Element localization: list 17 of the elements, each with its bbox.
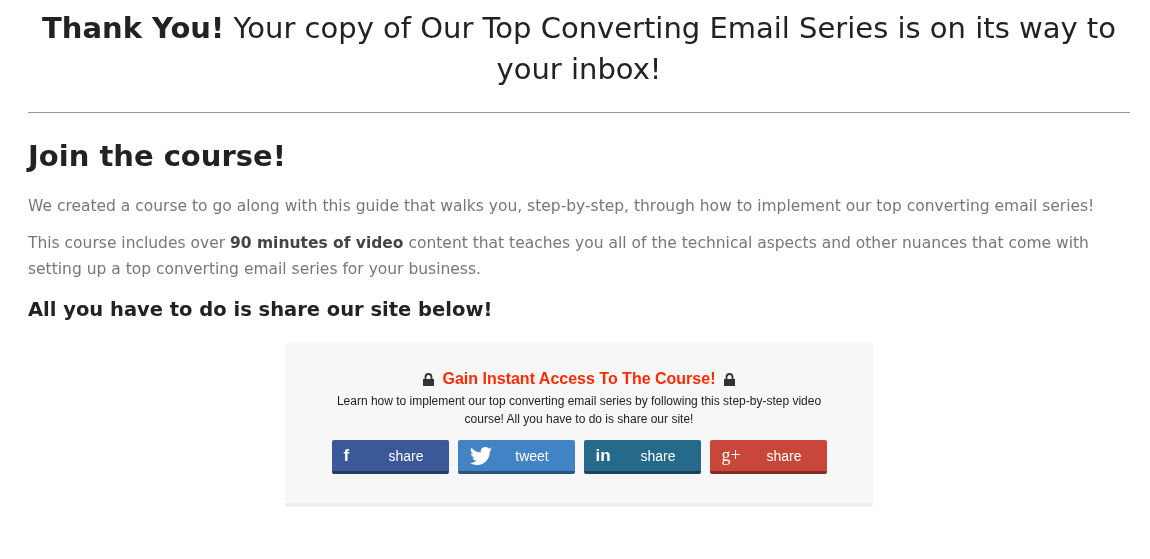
linkedin-icon: in bbox=[595, 445, 636, 466]
share-button[interactable]: in share bbox=[583, 440, 701, 474]
paragraph: This course includes over 90 minutes of video content that teaches you all of the technical aspects and other nuances that come with setting up a top converting email series for your business. bbox=[28, 233, 1090, 280]
lock-icon bbox=[422, 372, 434, 386]
share-button[interactable]: tweet bbox=[457, 440, 575, 474]
subheading: All you have to do is share our site below! bbox=[28, 298, 494, 321]
share-button[interactable]: g+ share bbox=[709, 440, 827, 474]
headline: Thank You! Your copy of Our Top Converting Email Series is on its way to your inbox! bbox=[41, 10, 1117, 88]
bird-icon bbox=[469, 446, 492, 465]
share-button[interactable]: f share bbox=[331, 440, 449, 474]
lock-icon bbox=[724, 372, 736, 386]
panel-title: Gain Instant Access To The Course! bbox=[442, 370, 716, 388]
panel-description: Learn how to implement our top converting email series by following this step-by-step video course! All you have to do is share our site! bbox=[335, 393, 823, 428]
google-plus-icon: g+ bbox=[721, 445, 762, 466]
paragraph: We created a course to go along with this guide that walks you, step-by-step, through how to implement our top converting email series! bbox=[28, 196, 1096, 217]
facebook-icon: f bbox=[343, 445, 384, 466]
section-heading: Join the course! bbox=[28, 139, 287, 173]
